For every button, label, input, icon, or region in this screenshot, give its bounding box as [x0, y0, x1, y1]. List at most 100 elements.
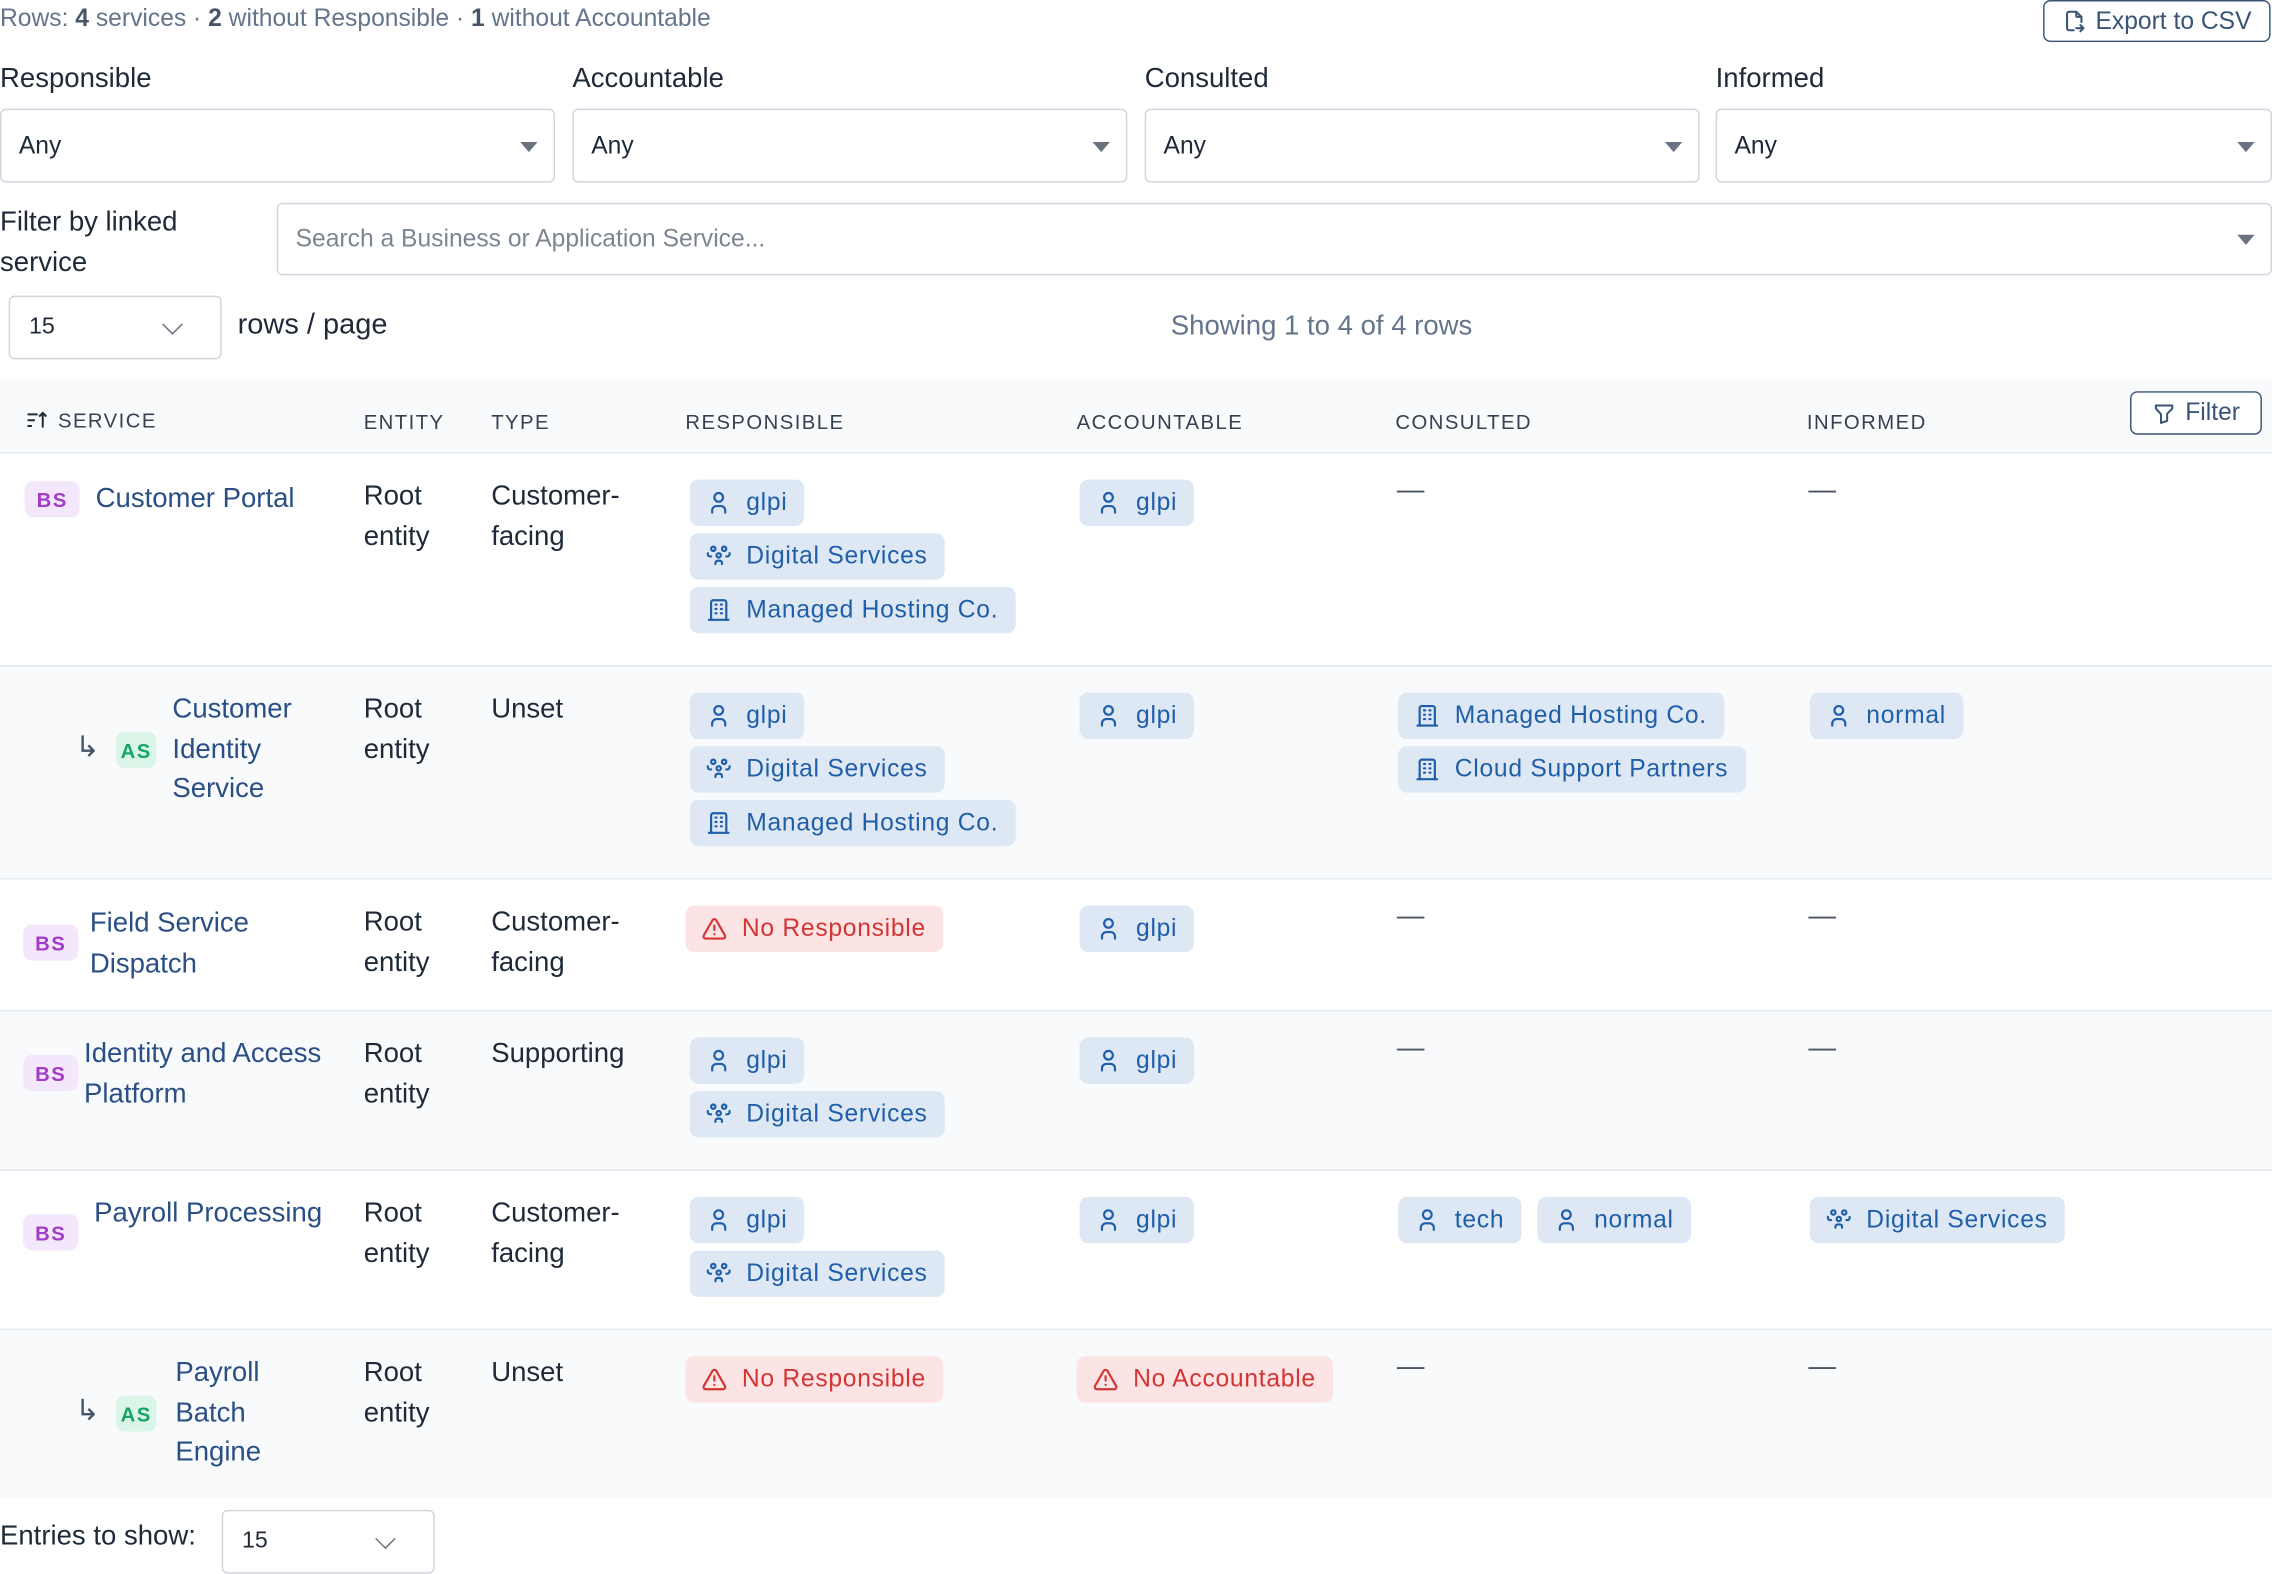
warning-icon	[701, 1366, 727, 1392]
chip-label: Digital Services	[746, 754, 928, 783]
building-icon	[1414, 703, 1440, 729]
linked-service-search[interactable]: Search a Business or Application Service…	[276, 202, 2272, 276]
no-accountable-count: 1	[471, 4, 485, 32]
caret-down-icon	[520, 142, 538, 153]
consulted-filter-value: Any	[1163, 131, 1206, 159]
type-header[interactable]: TYPE	[491, 410, 550, 433]
responsible-missing-chip: No Responsible	[685, 905, 944, 952]
accountable-chips: glpi	[1079, 479, 1195, 526]
responsible-actor-chip[interactable]: Digital Services	[689, 533, 945, 580]
entries-to-show-select[interactable]: 15	[221, 1509, 435, 1574]
responsible-header[interactable]: RESPONSIBLE	[685, 410, 844, 433]
caret-down-icon	[2237, 142, 2255, 153]
informed-actor-chip[interactable]: Digital Services	[1809, 1196, 2066, 1244]
entries-to-show-value: 15	[241, 1528, 268, 1554]
type-cell: Customer-facing	[491, 1198, 620, 1269]
responsible-filter-select[interactable]: Any	[0, 108, 555, 183]
chip-label: glpi	[1136, 1205, 1178, 1234]
service-name-link[interactable]: Customer Identity Service	[172, 690, 331, 810]
responsible-actor-chip[interactable]: Managed Hosting Co.	[689, 799, 1016, 847]
responsible-filter-label: Responsible	[0, 63, 152, 95]
rows-summary: Rows: 4 services · 2 without Responsible…	[0, 4, 711, 33]
accountable-header[interactable]: ACCOUNTABLE	[1077, 410, 1244, 433]
chip-label: normal	[1594, 1205, 1674, 1234]
responsible-chips: glpi Digital Services Managed Hosting Co.	[689, 479, 1016, 634]
responsible-actor-chip[interactable]: Digital Services	[689, 746, 945, 793]
chevron-down-icon	[375, 1528, 396, 1550]
warning-icon	[701, 916, 727, 942]
table-body: BS Customer Portal Root entity Customer-fac…	[0, 454, 2272, 1499]
sort-service-header[interactable]: SERVICE	[26, 409, 157, 432]
group-icon	[706, 1101, 732, 1127]
service-name-link[interactable]: Payroll Processing	[94, 1194, 340, 1234]
responsible-actor-chip[interactable]: glpi	[689, 479, 805, 526]
responsible-actor-chip[interactable]: Digital Services	[689, 1091, 945, 1138]
user-icon	[1095, 1207, 1121, 1233]
entity-cell: Root entity	[363, 1357, 430, 1428]
building-icon	[706, 597, 732, 623]
accountable-actor-chip[interactable]: glpi	[1079, 692, 1195, 739]
service-name-link[interactable]: Payroll Batch Engine	[175, 1353, 334, 1473]
service-type-badge: AS	[115, 1395, 157, 1432]
no-responsible-label: without Responsible ·	[221, 4, 472, 32]
chip-label: Digital Services	[746, 1259, 928, 1287]
accountable-actor-chip[interactable]: glpi	[1079, 1196, 1195, 1244]
accountable-actor-chip[interactable]: glpi	[1079, 905, 1195, 952]
responsible-actor-chip[interactable]: Managed Hosting Co.	[689, 586, 1016, 634]
table-filter-button[interactable]: Filter	[2130, 391, 2262, 435]
service-name-link[interactable]: Identity and Access Platform	[84, 1035, 330, 1115]
entity-cell: Root entity	[363, 481, 430, 552]
service-type-badge: BS	[23, 1214, 79, 1251]
entity-header[interactable]: ENTITY	[364, 410, 445, 433]
informed-filter-select[interactable]: Any	[1715, 108, 2272, 183]
informed-header[interactable]: INFORMED	[1807, 410, 1927, 433]
chevron-down-icon	[162, 314, 183, 335]
service-type-badge: BS	[23, 924, 79, 961]
service-name-link[interactable]: Field Service Dispatch	[90, 904, 336, 984]
consulted-empty-marker: —	[1396, 901, 1425, 932]
user-icon	[1826, 703, 1852, 729]
responsible-chips: No Responsible	[685, 1356, 944, 1403]
consulted-chips: tech normal	[1398, 1196, 1692, 1244]
service-name-link[interactable]: Customer Portal	[96, 480, 328, 520]
type-cell: Supporting	[491, 1038, 625, 1070]
building-icon	[1414, 756, 1440, 782]
accountable-actor-chip[interactable]: glpi	[1079, 479, 1195, 526]
responsible-actor-chip[interactable]: glpi	[689, 1037, 805, 1084]
group-icon	[706, 756, 732, 782]
accountable-filter-select[interactable]: Any	[572, 108, 1128, 183]
responsible-actor-chip[interactable]: glpi	[689, 692, 805, 739]
service-header-label: SERVICE	[57, 408, 157, 432]
responsible-actor-chip[interactable]: glpi	[689, 1196, 805, 1244]
table-row: BS Payroll Processing Root entity Customer-…	[0, 1171, 2272, 1331]
chip-label: normal	[1866, 701, 1946, 729]
consulted-chips: Managed Hosting Co. Cloud Support Partner…	[1398, 692, 1746, 793]
rows-per-page-select[interactable]: 15	[8, 295, 222, 360]
table-row: BS Customer Portal Root entity Customer-fac…	[0, 454, 2272, 667]
responsible-actor-chip[interactable]: Digital Services	[689, 1250, 945, 1297]
responsible-chips: No Responsible	[685, 905, 944, 952]
caret-down-icon	[1092, 142, 1110, 153]
consulted-actor-chip[interactable]: tech	[1398, 1196, 1522, 1244]
rows-per-page-label: rows / page	[237, 308, 388, 341]
consulted-actor-chip[interactable]: Managed Hosting Co.	[1398, 692, 1725, 739]
accountable-chips: No Accountable	[1076, 1356, 1334, 1403]
consulted-empty-marker: —	[1396, 1351, 1425, 1383]
consulted-actor-chip[interactable]: Cloud Support Partners	[1398, 746, 1746, 793]
consulted-actor-chip[interactable]: normal	[1537, 1196, 1692, 1244]
group-icon	[706, 1261, 732, 1287]
chip-label: glpi	[746, 701, 788, 729]
informed-actor-chip[interactable]: normal	[1809, 692, 1964, 739]
building-icon	[706, 810, 732, 836]
accountable-actor-chip[interactable]: glpi	[1079, 1037, 1195, 1084]
user-icon	[706, 490, 732, 516]
funnel-icon	[2155, 403, 2174, 424]
export-csv-button[interactable]: Export to CSV	[2043, 0, 2271, 43]
chip-label: No Responsible	[741, 1364, 926, 1393]
no-accountable-label: without Accountable	[484, 4, 711, 32]
responsible-chips: glpi Digital Services Managed Hosting Co.	[689, 692, 1016, 847]
file-export-icon	[2066, 10, 2085, 33]
type-cell: Customer-facing	[491, 907, 620, 978]
consulted-header[interactable]: CONSULTED	[1395, 410, 1532, 433]
consulted-filter-select[interactable]: Any	[1144, 108, 1700, 183]
